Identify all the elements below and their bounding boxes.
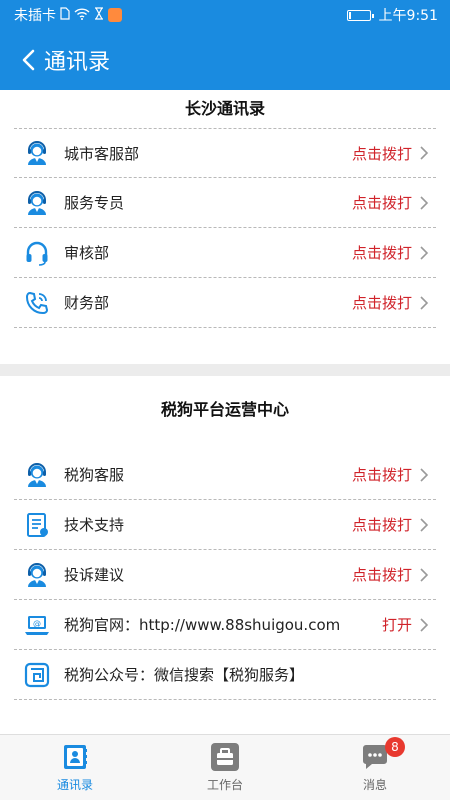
chevron-right-icon	[416, 517, 432, 533]
headphones-icon	[24, 240, 50, 266]
maze-logo-icon	[24, 662, 50, 688]
page-title: 通讯录	[44, 50, 111, 75]
chevron-right-icon	[416, 567, 432, 583]
chevron-right-icon	[416, 245, 432, 261]
contact-label: 税狗官网：http://www.88shuigou.com	[64, 616, 341, 634]
call-action-link[interactable]: 点击拨打	[352, 514, 412, 535]
contact-row[interactable]: 技术支持 点击拨打	[14, 500, 436, 550]
contacts-icon	[60, 742, 90, 772]
section-changsha: 长沙通讯录 城市客服部 点击拨打 服务专员 点击拨打 审核部 点击拨打 财务部 点击拨打	[0, 90, 450, 328]
chevron-right-icon	[416, 617, 432, 633]
contact-row[interactable]: 税狗公众号：微信搜索【税狗服务】	[14, 650, 436, 700]
contact-label: 税狗客服	[64, 466, 125, 484]
contact-row[interactable]: 税狗客服 点击拨打	[14, 450, 436, 500]
contact-row[interactable]: @ 税狗官网：http://www.88shuigou.com 打开	[14, 600, 436, 650]
sim-icon	[60, 7, 70, 23]
bottom-nav: 通讯录 工作台 消息 8	[0, 734, 450, 800]
wifi-icon	[74, 7, 90, 23]
nav-tab-messages[interactable]: 消息 8	[300, 735, 450, 800]
contact-row[interactable]: 投诉建议 点击拨打	[14, 550, 436, 600]
status-bar: 未插卡 上午9:51	[0, 0, 450, 30]
contact-label: 投诉建议	[64, 566, 125, 584]
contact-row[interactable]: 服务专员 点击拨打	[14, 178, 436, 228]
phone-call-icon	[24, 290, 50, 316]
nav-tab-contacts[interactable]: 通讯录	[0, 735, 150, 800]
contact-label: 税狗公众号：微信搜索【税狗服务】	[64, 666, 305, 684]
hourglass-icon	[94, 7, 104, 23]
section-divider	[0, 364, 450, 376]
status-time: 上午9:51	[378, 8, 438, 24]
contact-label: 技术支持	[64, 516, 125, 534]
service-agent-icon	[24, 190, 50, 216]
section-title: 税狗平台运营中心	[160, 400, 289, 419]
call-action-link[interactable]: 点击拨打	[352, 192, 412, 213]
service-agent-icon	[24, 562, 50, 588]
chevron-right-icon	[416, 467, 432, 483]
call-action-link[interactable]: 点击拨打	[352, 242, 412, 263]
battery-icon	[346, 9, 374, 21]
contact-row[interactable]: 财务部 点击拨打	[14, 278, 436, 328]
laptop-icon: @	[24, 612, 50, 638]
contact-label: 服务专员	[64, 194, 125, 212]
call-action-link[interactable]: 打开	[382, 614, 412, 635]
header: 通讯录	[0, 30, 450, 90]
nav-label: 工作台	[206, 778, 243, 792]
nav-label: 消息	[362, 778, 387, 792]
nav-label: 通讯录	[56, 778, 93, 792]
chevron-right-icon	[416, 195, 432, 211]
call-action-link[interactable]: 点击拨打	[352, 464, 412, 485]
contact-row[interactable]: 城市客服部 点击拨打	[14, 128, 436, 178]
workbench-icon	[210, 742, 240, 772]
svg-text:@: @	[33, 619, 41, 628]
section-operations-center: 税狗平台运营中心 税狗客服 点击拨打 技术支持 点击拨打 投诉建议 点击拨打 @ 税狗官网：h…	[0, 376, 450, 700]
call-action-link[interactable]: 点击拨打	[352, 564, 412, 585]
service-agent-icon	[24, 462, 50, 488]
carrier-text: 未插卡	[14, 8, 56, 24]
unread-badge: 8	[385, 737, 405, 757]
nav-tab-workbench[interactable]: 工作台	[150, 735, 300, 800]
document-icon	[24, 512, 50, 538]
chevron-right-icon	[416, 145, 432, 161]
back-chevron-icon[interactable]	[20, 44, 42, 76]
app-icon	[108, 8, 122, 22]
chevron-right-icon	[416, 295, 432, 311]
call-action-link[interactable]: 点击拨打	[352, 292, 412, 313]
contact-label: 审核部	[64, 244, 110, 262]
contact-row[interactable]: 审核部 点击拨打	[14, 228, 436, 278]
section-title: 长沙通讯录	[184, 99, 265, 118]
contact-label: 财务部	[64, 294, 110, 312]
service-agent-icon	[24, 140, 50, 166]
call-action-link[interactable]: 点击拨打	[352, 143, 412, 164]
contact-label: 城市客服部	[64, 144, 140, 163]
